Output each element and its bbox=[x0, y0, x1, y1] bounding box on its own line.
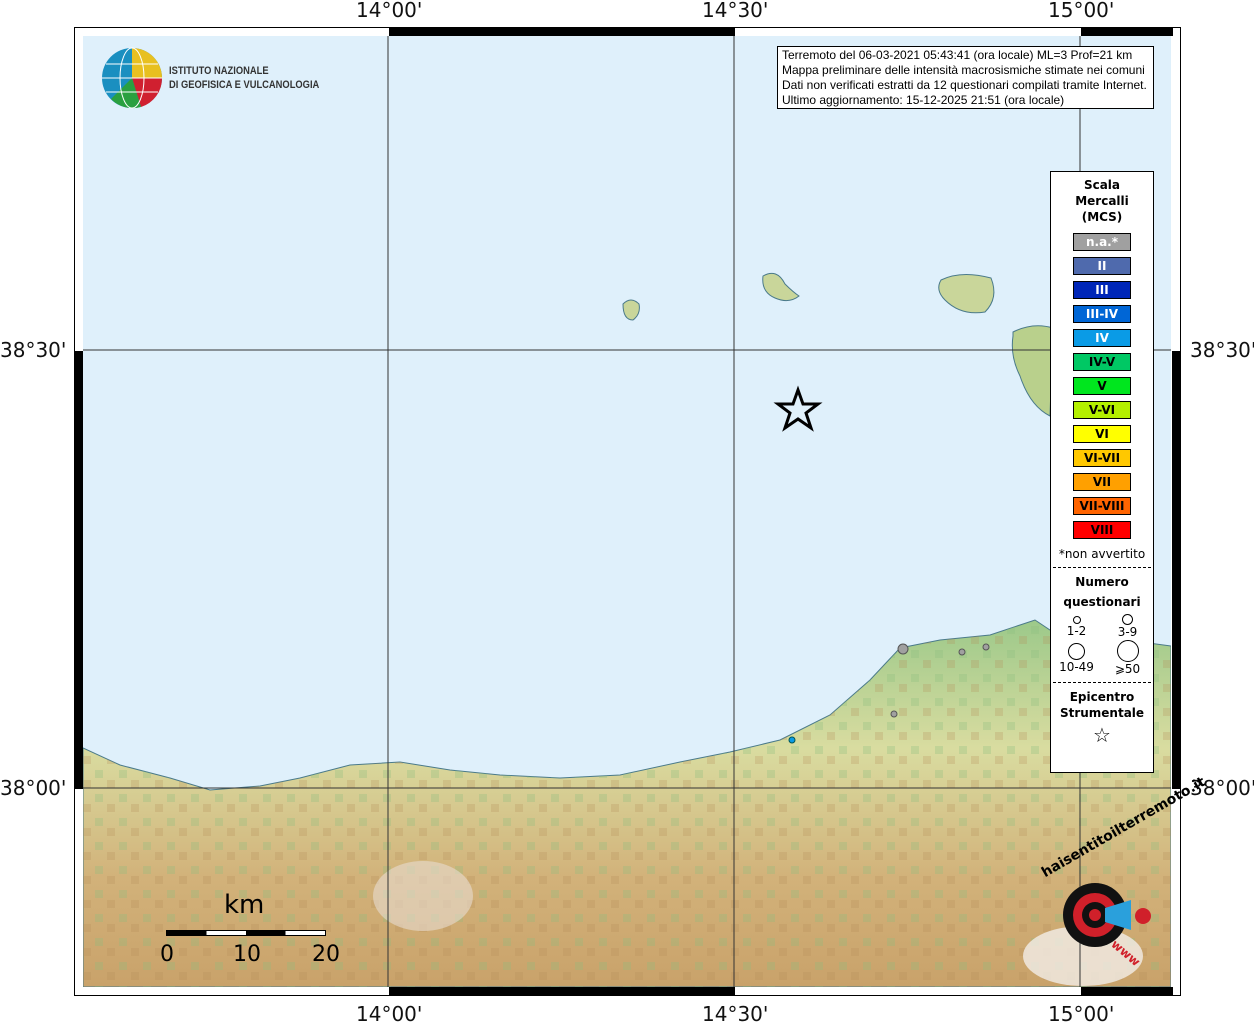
intensity-class-swatch: VII bbox=[1073, 473, 1131, 491]
lon-label-top: 14°30' bbox=[702, 0, 769, 22]
count-3-9: 3-9 bbox=[1102, 614, 1153, 639]
star-icon: ☆ bbox=[1093, 723, 1111, 747]
lon-label-bottom: 14°00' bbox=[356, 1002, 423, 1026]
intensity-point[interactable] bbox=[982, 643, 990, 651]
lat-label-left: 38°30' bbox=[0, 338, 67, 362]
intensity-class-swatch: IV bbox=[1073, 329, 1131, 347]
intensity-point[interactable] bbox=[788, 736, 796, 744]
globe-icon bbox=[102, 47, 163, 109]
ingv-logo: ISTITUTO NAZIONALE DI GEOFISICA E VULCANO… bbox=[101, 47, 346, 109]
terrain bbox=[83, 36, 1171, 987]
institute-name: ISTITUTO NAZIONALE bbox=[169, 65, 269, 77]
intensity-point[interactable] bbox=[958, 648, 966, 656]
lat-label-right: 38°30' bbox=[1190, 338, 1254, 362]
info-line: Dati non verificati estratti da 12 quest… bbox=[782, 78, 1147, 92]
info-line: Mappa preliminare delle intensità macros… bbox=[782, 63, 1145, 77]
intensity-class-swatch: V-VI bbox=[1073, 401, 1131, 419]
intensity-class-swatch: VIII bbox=[1073, 521, 1131, 539]
scale-tick: 10 bbox=[233, 942, 261, 967]
scale-tick: 0 bbox=[160, 942, 174, 967]
count-10-49: 10-49 bbox=[1051, 639, 1102, 676]
intensity-class-swatch: II bbox=[1073, 257, 1131, 275]
intensity-class-swatch: V bbox=[1073, 377, 1131, 395]
epicenter-title: Strumentale bbox=[1059, 706, 1145, 720]
institute-name: DI GEOFISICA E VULCANOLOGIA bbox=[169, 79, 320, 91]
intensity-point[interactable] bbox=[897, 643, 909, 655]
lat-label-left: 38°00' bbox=[0, 776, 67, 800]
intensity-class-swatch: III-IV bbox=[1073, 305, 1131, 323]
legend: Scala Mercalli (MCS) n.a.* II III III-IV IV I… bbox=[1050, 171, 1154, 773]
lon-label-top: 14°00' bbox=[356, 0, 423, 22]
intensity-class-swatch: III bbox=[1073, 281, 1131, 299]
scale-bar: km 0 10 20 bbox=[160, 890, 340, 970]
info-line: Terremoto del 06-03-2021 05:43:41 (ora l… bbox=[782, 48, 1133, 62]
legend-title: Scala Mercalli (MCS) bbox=[1075, 178, 1129, 224]
lon-label-top: 15°00' bbox=[1048, 0, 1115, 22]
map-canvas[interactable] bbox=[83, 36, 1171, 987]
intensity-class-swatch: VI-VII bbox=[1073, 449, 1131, 467]
lon-label-bottom: 15°00' bbox=[1048, 1002, 1115, 1026]
count-1-2: 1-2 bbox=[1051, 614, 1102, 639]
intensity-point[interactable] bbox=[890, 710, 898, 718]
intensity-class-swatch: VI bbox=[1073, 425, 1131, 443]
legend-note: *non avvertito bbox=[1058, 547, 1146, 561]
count-50: ⩾50 bbox=[1102, 639, 1153, 676]
lon-label-bottom: 14°30' bbox=[702, 1002, 769, 1026]
epicenter-title: Epicentro bbox=[1069, 690, 1135, 704]
count-title: questionari bbox=[1063, 595, 1141, 609]
intensity-class-swatch: VII-VIII bbox=[1073, 497, 1131, 515]
haisentito-badge[interactable]: haisentitoilterremoto.it www bbox=[1035, 774, 1208, 970]
intensity-class-swatch: n.a.* bbox=[1073, 233, 1131, 251]
scale-tick: 20 bbox=[312, 942, 340, 967]
info-line: Ultimo aggiornamento: 15-12-2025 21:51 (… bbox=[782, 93, 1065, 107]
epicenter-star-icon[interactable] bbox=[773, 385, 823, 432]
intensity-class-swatch: IV-V bbox=[1073, 353, 1131, 371]
count-title: Numero bbox=[1075, 575, 1129, 589]
scale-unit: km bbox=[224, 890, 265, 920]
event-info-box: Terremoto del 06-03-2021 05:43:41 (ora l… bbox=[777, 46, 1154, 109]
